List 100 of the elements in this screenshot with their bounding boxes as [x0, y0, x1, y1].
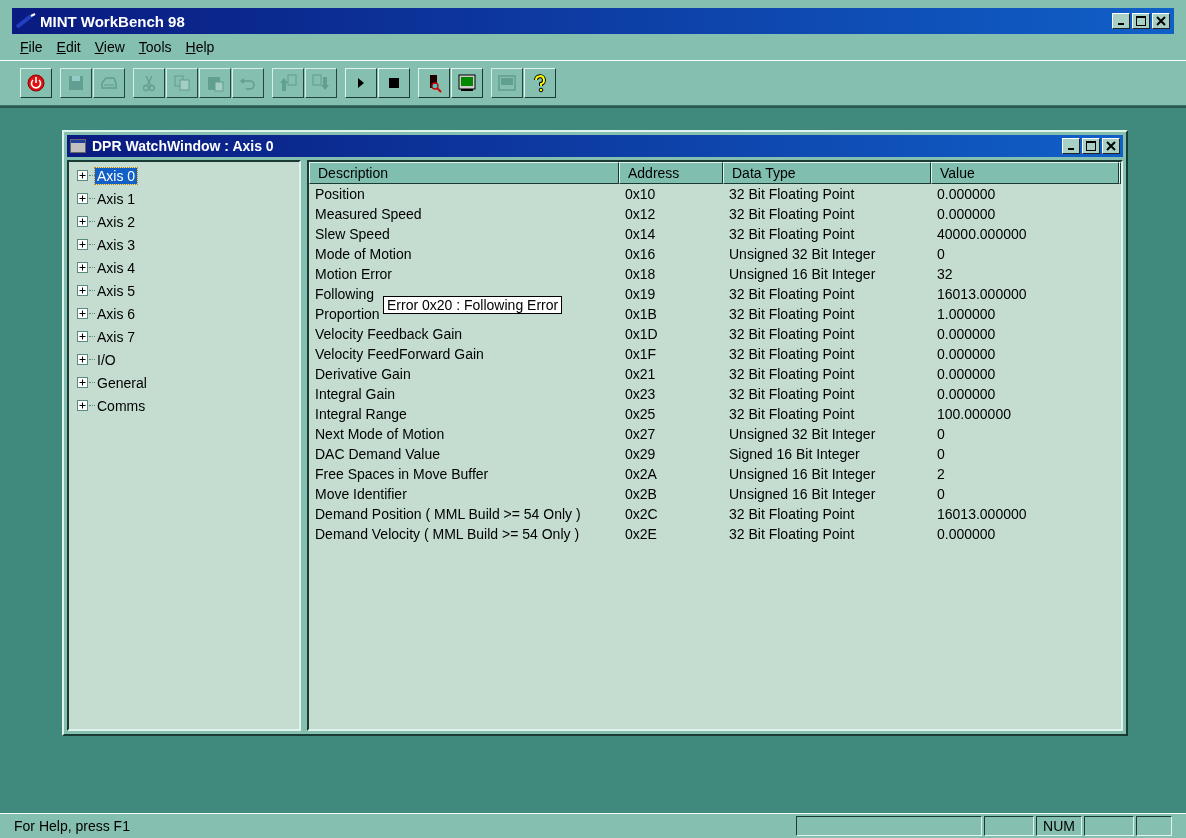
table-cell: 32 Bit Floating Point — [729, 346, 855, 362]
play-button[interactable] — [345, 68, 377, 98]
expand-icon[interactable] — [77, 400, 88, 411]
table-cell: Move Identifier — [315, 486, 407, 502]
table-cell: 32 Bit Floating Point — [729, 506, 855, 522]
tooltip: Error 0x20 : Following Error — [383, 296, 563, 314]
table-cell: 16013.000000 — [937, 286, 1027, 302]
close-icon — [1106, 141, 1116, 151]
status-indicator: NUM — [1036, 816, 1082, 836]
table-cell: 0x21 — [625, 366, 656, 382]
table-cell: 16013.000000 — [937, 506, 1027, 522]
tree-item[interactable]: Axis 7 — [95, 328, 138, 345]
table-cell: 0 — [937, 246, 945, 262]
table-cell: Mode of Motion — [315, 246, 412, 262]
table-cell: 40000.000000 — [937, 226, 1027, 242]
table-cell: 0x10 — [625, 186, 656, 202]
table-cell: Position — [315, 186, 365, 202]
tree-item[interactable]: Axis 3 — [95, 236, 138, 253]
scope-button[interactable] — [418, 68, 450, 98]
maximize-button[interactable] — [1132, 13, 1150, 29]
table-cell: 0.000000 — [937, 346, 996, 362]
expand-icon[interactable] — [77, 377, 88, 388]
close-button[interactable] — [1102, 138, 1120, 154]
table-cell: Derivative Gain — [315, 366, 411, 382]
table-cell: Demand Velocity ( MML Build >= 54 Only ) — [315, 526, 580, 542]
tree-item[interactable]: Comms — [95, 397, 148, 414]
table-cell: DAC Demand Value — [315, 446, 441, 462]
menu-item[interactable]: Tools — [132, 39, 180, 55]
column-header[interactable]: Address — [619, 162, 723, 184]
maximize-button[interactable] — [1082, 138, 1100, 154]
table-cell: Unsigned 16 Bit Integer — [729, 486, 876, 502]
table-cell: Proportion — [315, 306, 380, 322]
expand-icon[interactable] — [77, 308, 88, 319]
expand-icon[interactable] — [77, 285, 88, 296]
table-cell: 0x2E — [625, 526, 657, 542]
column-header[interactable]: Value — [931, 162, 1119, 184]
expand-icon[interactable] — [77, 331, 88, 342]
table-cell: Free Spaces in Move Buffer — [315, 466, 489, 482]
expand-icon[interactable] — [77, 239, 88, 250]
menu-item[interactable]: Help — [179, 39, 223, 55]
maximize-icon — [1086, 141, 1096, 151]
table-cell: 32 Bit Floating Point — [729, 406, 855, 422]
table-cell: Integral Range — [315, 406, 407, 422]
child-window-title: DPR WatchWindow : Axis 0 — [92, 138, 274, 154]
table-cell: Unsigned 16 Bit Integer — [729, 466, 876, 482]
window-title: MINT WorkBench 98 — [40, 12, 185, 30]
table-cell: 2 — [937, 466, 945, 482]
maximize-icon — [1136, 16, 1146, 26]
table-cell: Unsigned 16 Bit Integer — [729, 266, 876, 282]
table-cell: Measured Speed — [315, 206, 422, 222]
monitor-button[interactable] — [451, 68, 483, 98]
table-cell: Unsigned 32 Bit Integer — [729, 426, 876, 442]
minimize-icon — [1068, 148, 1074, 150]
column-header[interactable]: Description — [309, 162, 619, 184]
tree-item[interactable]: General — [95, 374, 149, 391]
tree-item[interactable]: I/O — [95, 351, 118, 368]
table-cell: 0x25 — [625, 406, 656, 422]
power-button[interactable] — [20, 68, 52, 98]
tree-item[interactable]: Axis 0 — [95, 167, 138, 184]
table-cell: Integral Gain — [315, 386, 396, 402]
tree-item[interactable]: Axis 2 — [95, 213, 138, 230]
stop-button[interactable] — [378, 68, 410, 98]
menu-item[interactable]: Edit — [50, 39, 89, 55]
table-cell: 0x12 — [625, 206, 656, 222]
table-cell: 0x1F — [625, 346, 657, 362]
minimize-button[interactable] — [1112, 13, 1130, 29]
table-cell: Following — [315, 286, 375, 302]
expand-icon[interactable] — [77, 216, 88, 227]
close-icon — [1156, 16, 1166, 26]
expand-icon[interactable] — [77, 170, 88, 181]
status-text: For Help, press F1 — [14, 818, 130, 834]
table-cell: 32 Bit Floating Point — [729, 226, 855, 242]
table-cell: 0.000000 — [937, 386, 996, 402]
table-cell: 0x2B — [625, 486, 657, 502]
tree-item[interactable]: Axis 4 — [95, 259, 138, 276]
help-button[interactable] — [524, 68, 556, 98]
table-cell: 32 Bit Floating Point — [729, 206, 855, 222]
table-cell: 0.000000 — [937, 366, 996, 382]
column-header[interactable]: Data Type — [723, 162, 931, 184]
expand-icon[interactable] — [77, 193, 88, 204]
tree-item[interactable]: Axis 6 — [95, 305, 138, 322]
tree-item[interactable]: Axis 5 — [95, 282, 138, 299]
table-cell: 0x29 — [625, 446, 656, 462]
tree-item[interactable]: Axis 1 — [95, 190, 138, 207]
table-cell: 0.000000 — [937, 526, 996, 542]
monitor-icon — [457, 73, 477, 93]
table-cell: 0x2C — [625, 506, 658, 522]
expand-icon[interactable] — [77, 354, 88, 365]
table-cell: Demand Position ( MML Build >= 54 Only ) — [315, 506, 581, 522]
table-cell: 0x19 — [625, 286, 656, 302]
menu-item[interactable]: File — [14, 39, 51, 55]
power-icon — [26, 73, 46, 93]
menu-item[interactable]: View — [88, 39, 133, 55]
minimize-button[interactable] — [1062, 138, 1080, 154]
table-cell: 32 Bit Floating Point — [729, 386, 855, 402]
table-cell: 0 — [937, 446, 945, 462]
table-cell: 0x14 — [625, 226, 656, 242]
expand-icon[interactable] — [77, 262, 88, 273]
status-pane — [1084, 816, 1134, 836]
close-button[interactable] — [1152, 13, 1170, 29]
